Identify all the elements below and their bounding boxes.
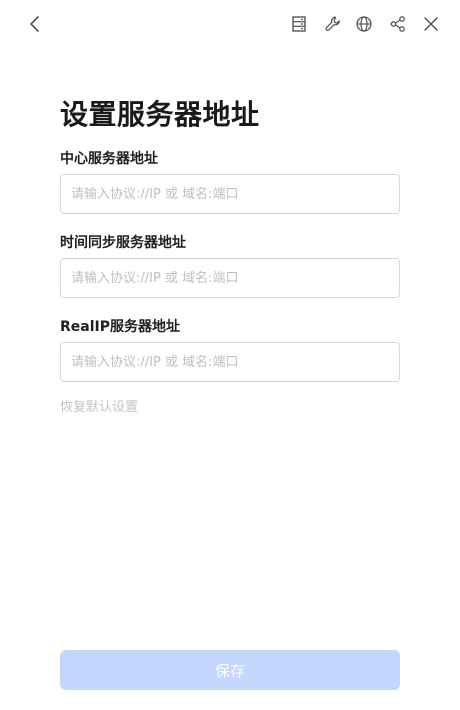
realip-server-input[interactable] [60,342,400,382]
time-sync-server-label: 时间同步服务器地址 [60,235,186,251]
reset-defaults-link[interactable]: 恢复默认设置 [60,396,138,415]
share-icon[interactable] [386,12,410,36]
wrench-icon[interactable] [321,12,345,36]
close-icon[interactable] [419,12,443,36]
center-server-label: 中心服务器地址 [60,151,158,167]
save-button[interactable]: 保存 [60,650,400,690]
server-list-icon[interactable] [287,12,311,36]
back-icon[interactable] [23,12,47,36]
realip-server-label: RealIP服务器地址 [60,319,180,335]
top-bar [0,0,460,50]
globe-icon[interactable] [352,12,376,36]
time-sync-server-input[interactable] [60,258,400,298]
center-server-input[interactable] [60,174,400,214]
page-title: 设置服务器地址 [60,98,260,131]
